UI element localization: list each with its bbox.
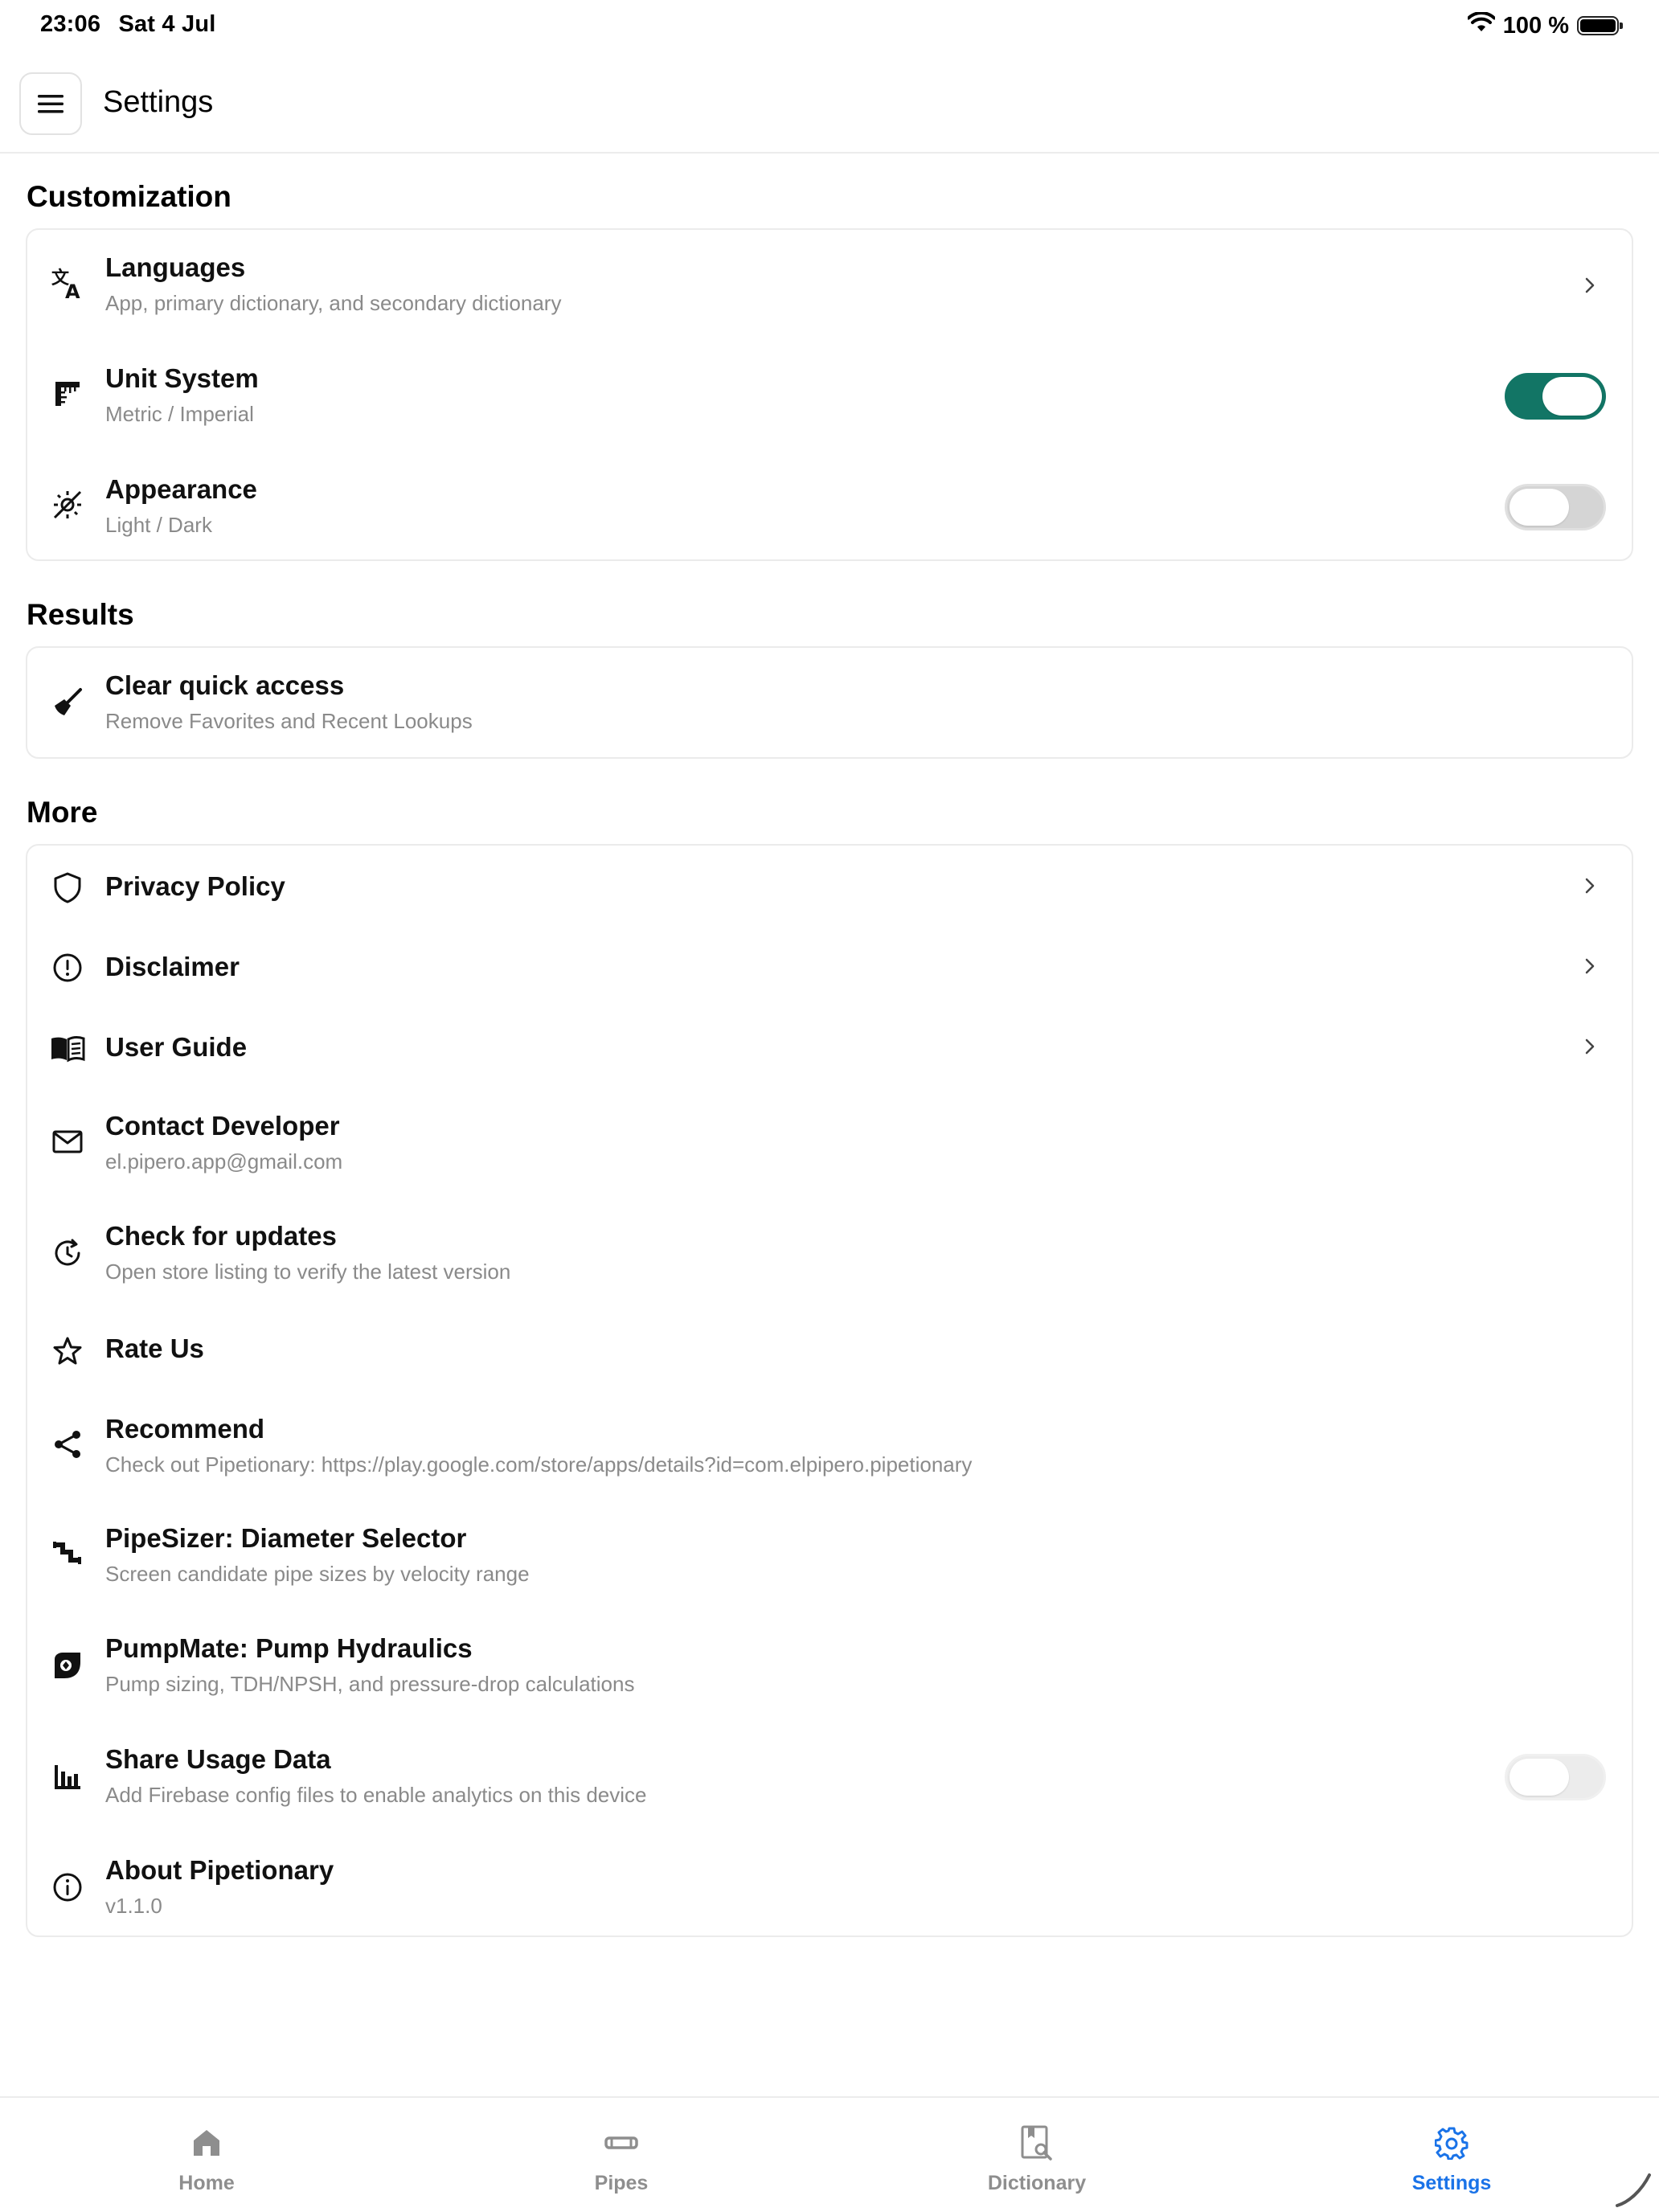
- share-icon: [50, 1427, 85, 1462]
- share-usage-title: Share Usage Data: [105, 1744, 331, 1774]
- section-title-customization: Customization: [27, 180, 231, 213]
- alert-circle-icon: [50, 950, 85, 985]
- recommend-subtitle: Check out Pipetionary: https://play.goog…: [105, 1452, 973, 1477]
- contact-developer-title: Contact Developer: [105, 1111, 340, 1141]
- nav-pipes[interactable]: Pipes: [501, 2098, 742, 2210]
- pipesizer-subtitle: Screen candidate pipe sizes by velocity …: [105, 1562, 530, 1586]
- check-updates-title: Check for updates: [105, 1221, 337, 1251]
- toggle-knob: [1509, 489, 1569, 526]
- resize-handle-icon: [1616, 2173, 1651, 2207]
- mail-icon: [50, 1124, 85, 1159]
- clear-quick-access-subtitle: Remove Favorites and Recent Lookups: [105, 709, 473, 733]
- about-version: v1.1.0: [105, 1894, 162, 1918]
- wifi-icon: [1466, 11, 1496, 39]
- pumpmate-row[interactable]: PumpMate: Pump Hydraulics Pump sizing, T…: [27, 1611, 1632, 1722]
- about-row[interactable]: About Pipetionary v1.1.0: [27, 1833, 1632, 1937]
- ruler-icon: [50, 376, 85, 412]
- check-updates-row[interactable]: Check for updates Open store listing to …: [27, 1197, 1632, 1309]
- privacy-policy-title: Privacy Policy: [105, 871, 285, 901]
- info-icon: [50, 1870, 85, 1905]
- status-bar: 23:06 Sat 4 Jul 100 %: [0, 0, 1659, 51]
- svg-text:A: A: [65, 281, 80, 300]
- status-time: 23:06 Sat 4 Jul: [40, 11, 216, 38]
- update-icon: [50, 1235, 85, 1271]
- menu-icon: [38, 95, 63, 113]
- unit-system-title: Unit System: [105, 363, 259, 393]
- clear-quick-access-row[interactable]: Clear quick access Remove Favorites and …: [27, 648, 1632, 757]
- bar-chart-icon: [50, 1759, 85, 1794]
- contact-developer-subtitle: el.pipero.app@gmail.com: [105, 1149, 343, 1174]
- languages-subtitle: App, primary dictionary, and secondary d…: [105, 291, 562, 315]
- nav-pipes-label: Pipes: [594, 2172, 649, 2194]
- dictionary-search-icon: [1019, 2125, 1055, 2161]
- share-usage-toggle[interactable]: [1505, 1754, 1606, 1800]
- disclaimer-title: Disclaimer: [105, 952, 240, 981]
- status-date: Sat 4 Jul: [118, 11, 216, 37]
- rate-us-row[interactable]: Rate Us: [27, 1309, 1632, 1390]
- shield-icon: [50, 870, 85, 905]
- book-icon: [50, 1030, 85, 1066]
- customization-card: 文 A Languages App, primary dictionary, a…: [26, 228, 1633, 561]
- chevron-right-icon: [1585, 1038, 1595, 1055]
- toggle-knob: [1542, 377, 1602, 416]
- share-usage-row: Share Usage Data Add Firebase config fil…: [27, 1722, 1632, 1833]
- recommend-row[interactable]: Recommend Check out Pipetionary: https:/…: [27, 1390, 1632, 1501]
- pumpmate-subtitle: Pump sizing, TDH/NPSH, and pressure-drop…: [105, 1672, 635, 1696]
- chevron-right-icon: [1585, 958, 1595, 974]
- toggle-knob: [1509, 1759, 1569, 1796]
- languages-row[interactable]: 文 A Languages App, primary dictionary, a…: [27, 230, 1632, 341]
- pumpmate-title: PumpMate: Pump Hydraulics: [105, 1633, 473, 1663]
- chevron-right-icon: [1585, 277, 1595, 293]
- section-title-more: More: [27, 796, 98, 829]
- nav-dictionary[interactable]: Dictionary: [916, 2098, 1157, 2210]
- pipesizer-title: PipeSizer: Diameter Selector: [105, 1523, 467, 1553]
- recommend-title: Recommend: [105, 1414, 265, 1444]
- broom-icon: [50, 685, 85, 720]
- results-card: Clear quick access Remove Favorites and …: [26, 646, 1633, 759]
- section-title-results: Results: [27, 598, 134, 631]
- pump-icon: [50, 1648, 85, 1683]
- user-guide-title: User Guide: [105, 1032, 248, 1062]
- nav-dictionary-label: Dictionary: [987, 2172, 1087, 2194]
- more-card: Privacy Policy Disclaimer User Guide Con…: [26, 844, 1633, 1937]
- clear-quick-access-title: Clear quick access: [105, 670, 345, 700]
- about-title: About Pipetionary: [105, 1855, 334, 1885]
- appearance-row: Appearance Light / Dark: [27, 452, 1632, 563]
- unit-system-row: Unit System Metric / Imperial: [27, 341, 1632, 452]
- unit-system-subtitle: Metric / Imperial: [105, 402, 254, 426]
- menu-button[interactable]: [19, 72, 82, 135]
- page-title: Settings: [103, 85, 214, 119]
- status-indicators: 100 %: [1466, 10, 1623, 42]
- appearance-toggle[interactable]: [1505, 484, 1606, 530]
- nav-home-label: Home: [178, 2172, 235, 2194]
- gear-icon: [1434, 2125, 1469, 2161]
- languages-title: Languages: [105, 252, 246, 282]
- app-bar: Settings: [0, 51, 1659, 154]
- battery-icon: [1577, 16, 1623, 35]
- share-usage-subtitle: Add Firebase config files to enable anal…: [105, 1783, 647, 1807]
- chevron-right-icon: [1585, 878, 1595, 894]
- pipesizer-row[interactable]: PipeSizer: Diameter Selector Screen cand…: [27, 1501, 1632, 1611]
- check-updates-subtitle: Open store listing to verify the latest …: [105, 1260, 511, 1284]
- disclaimer-row[interactable]: Disclaimer: [27, 926, 1632, 1006]
- translate-icon: 文 A: [50, 265, 85, 301]
- user-guide-row[interactable]: User Guide: [27, 1006, 1632, 1087]
- bottom-navigation: Home Pipes Dictionary Settings: [0, 2096, 1659, 2212]
- appearance-subtitle: Light / Dark: [105, 513, 212, 537]
- nav-settings[interactable]: Settings: [1331, 2098, 1572, 2210]
- privacy-policy-row[interactable]: Privacy Policy: [27, 846, 1632, 926]
- nav-settings-label: Settings: [1411, 2172, 1492, 2194]
- contact-developer-row[interactable]: Contact Developer el.pipero.app@gmail.co…: [27, 1087, 1632, 1197]
- brightness-icon: [50, 487, 85, 522]
- nav-home[interactable]: Home: [86, 2098, 327, 2210]
- home-icon: [189, 2125, 224, 2161]
- unit-system-toggle[interactable]: [1505, 373, 1606, 420]
- star-icon: [50, 1333, 85, 1369]
- status-time-text: 23:06: [40, 11, 101, 37]
- pipe-icon: [50, 1538, 85, 1573]
- pipe-segment-icon: [604, 2125, 639, 2161]
- battery-percent: 100 %: [1502, 12, 1569, 39]
- rate-us-title: Rate Us: [105, 1333, 204, 1363]
- appearance-title: Appearance: [105, 474, 257, 504]
